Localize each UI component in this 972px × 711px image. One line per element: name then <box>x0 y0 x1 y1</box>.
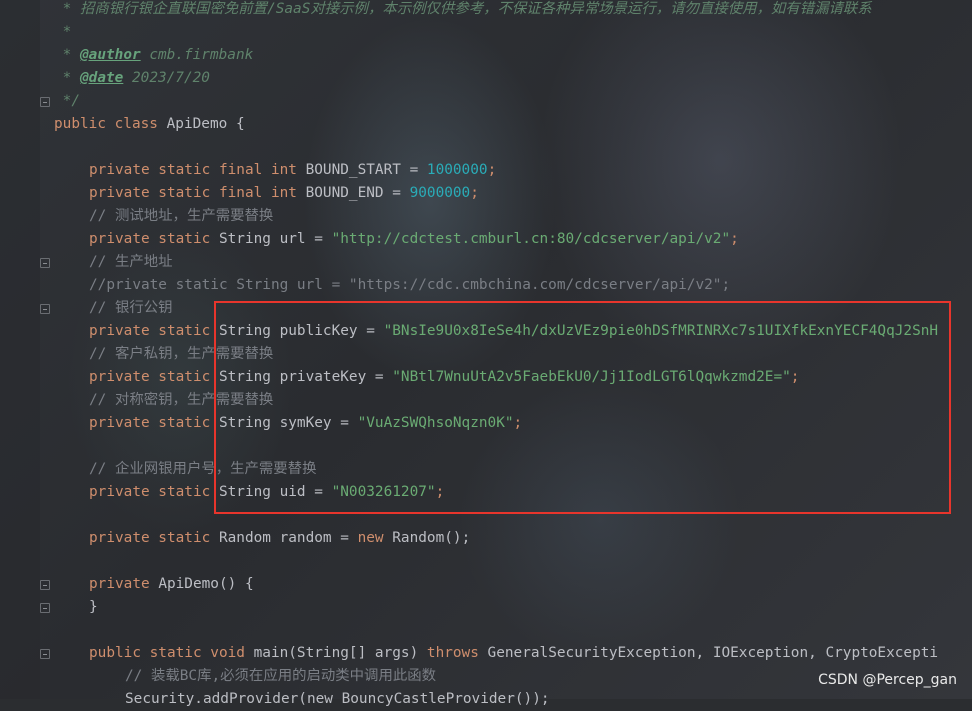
comment-line: // 装载BC库,必须在应用的启动类中调用此函数 <box>125 668 437 684</box>
partial-code-line: Security.addProvider(new BouncyCastlePro… <box>125 691 550 707</box>
modifier-keywords: private static <box>89 369 211 385</box>
constructor-call: Random(); <box>383 530 471 546</box>
field-type-name: Random random = <box>210 530 358 546</box>
modifier-keyword: private <box>89 576 150 592</box>
semicolon: ; <box>730 231 739 247</box>
semicolon: ; <box>470 185 479 201</box>
number-literal: 9000000 <box>409 185 471 201</box>
modifier-keywords: private static final int <box>89 185 297 201</box>
string-literal: "http://cdctest.cmburl.cn:80/cdcserver/a… <box>331 231 731 247</box>
field-name: BOUND_START = <box>296 162 427 178</box>
red-annotation-box <box>214 301 951 514</box>
modifier-keywords: private static final int <box>89 162 297 178</box>
doc-prefix: * <box>54 47 80 63</box>
modifier-keywords: private static <box>89 415 211 431</box>
doc-author-line: * @author cmb.firmbank <box>54 44 254 67</box>
author-value: cmb.firmbank <box>140 47 254 63</box>
csdn-watermark: CSDN @Percep_gan <box>818 672 957 688</box>
class-keyword: public class <box>54 116 158 132</box>
modifier-keywords: private static <box>89 484 211 500</box>
date-value: 2023/7/20 <box>123 70 210 86</box>
constructor-line: private ApiDemo() { <box>89 573 254 596</box>
main-method-line: public static void main(String[] args) t… <box>89 642 938 665</box>
modifier-keywords: private static <box>89 530 211 546</box>
doc-comment-end: */ <box>54 93 80 109</box>
number-literal: 1000000 <box>426 162 488 178</box>
comment-line: // 银行公钥 <box>89 300 173 316</box>
doc-prefix: * <box>54 70 80 86</box>
bound-start-line: private static final int BOUND_START = 1… <box>89 159 496 182</box>
comment-line: // 测试地址，生产需要替换 <box>89 208 274 224</box>
modifier-keywords: private static <box>89 323 211 339</box>
doc-comment-line: * <box>54 24 72 40</box>
class-declaration: public class ApiDemo { <box>54 113 245 136</box>
modifier-keywords: private static <box>89 231 211 247</box>
bound-end-line: private static final int BOUND_END = 900… <box>89 182 479 205</box>
field-name: BOUND_END = <box>296 185 410 201</box>
doc-date-line: * @date 2023/7/20 <box>54 67 210 90</box>
comment-line: // 生产地址 <box>89 254 173 270</box>
closing-brace: } <box>89 599 98 615</box>
class-name: ApiDemo { <box>157 116 245 132</box>
random-field-line: private static Random random = new Rando… <box>89 527 470 550</box>
new-keyword: new <box>357 530 384 546</box>
constructor-signature: ApiDemo() { <box>149 576 254 592</box>
date-tag: @date <box>80 70 124 86</box>
modifier-keywords: public static void <box>89 645 245 661</box>
doc-comment-line: * 招商银行银企直联国密免前置/SaaS对接示例，本示例仅供参考，不保证各种异常… <box>54 1 872 17</box>
semicolon: ; <box>487 162 497 178</box>
throws-keyword: throws <box>426 645 479 661</box>
commented-code-line: //private static String url = "https://c… <box>89 277 731 293</box>
field-type-name: String url = <box>210 231 332 247</box>
url-field-line: private static String url = "http://cdct… <box>89 228 739 251</box>
method-signature: main(String[] args) <box>244 645 427 661</box>
exception-list: GeneralSecurityException, IOException, C… <box>478 645 939 661</box>
author-tag: @author <box>80 47 141 63</box>
